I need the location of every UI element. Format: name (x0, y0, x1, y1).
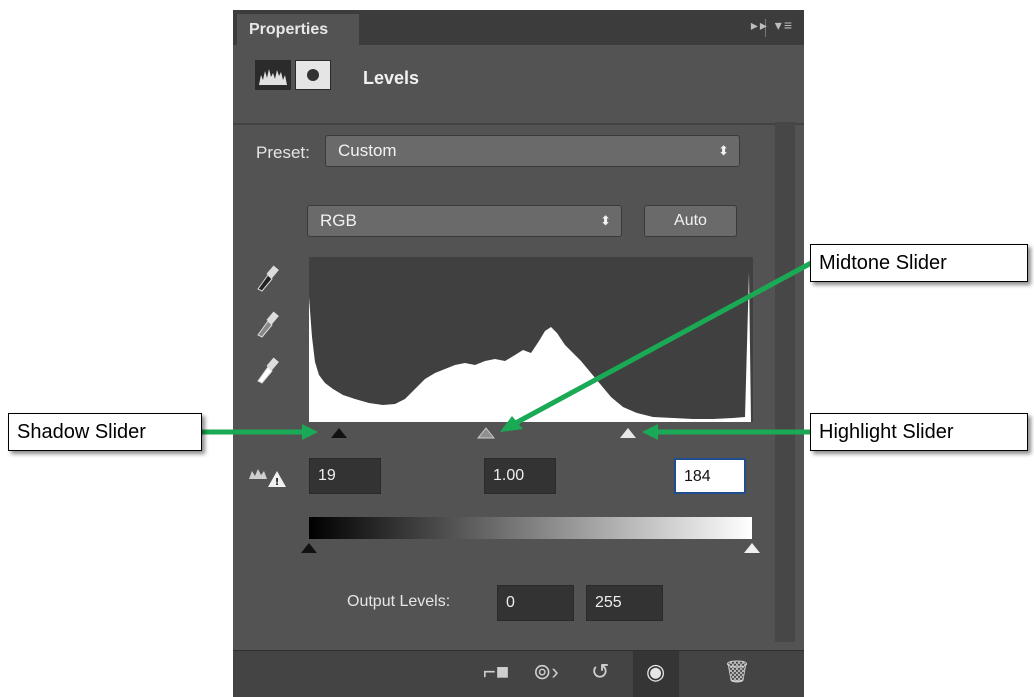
callout-midtone: Midtone Slider (810, 244, 1028, 282)
callout-arrows (202, 259, 815, 440)
callout-highlight: Highlight Slider (810, 413, 1028, 451)
callout-shadow: Shadow Slider (8, 413, 202, 451)
